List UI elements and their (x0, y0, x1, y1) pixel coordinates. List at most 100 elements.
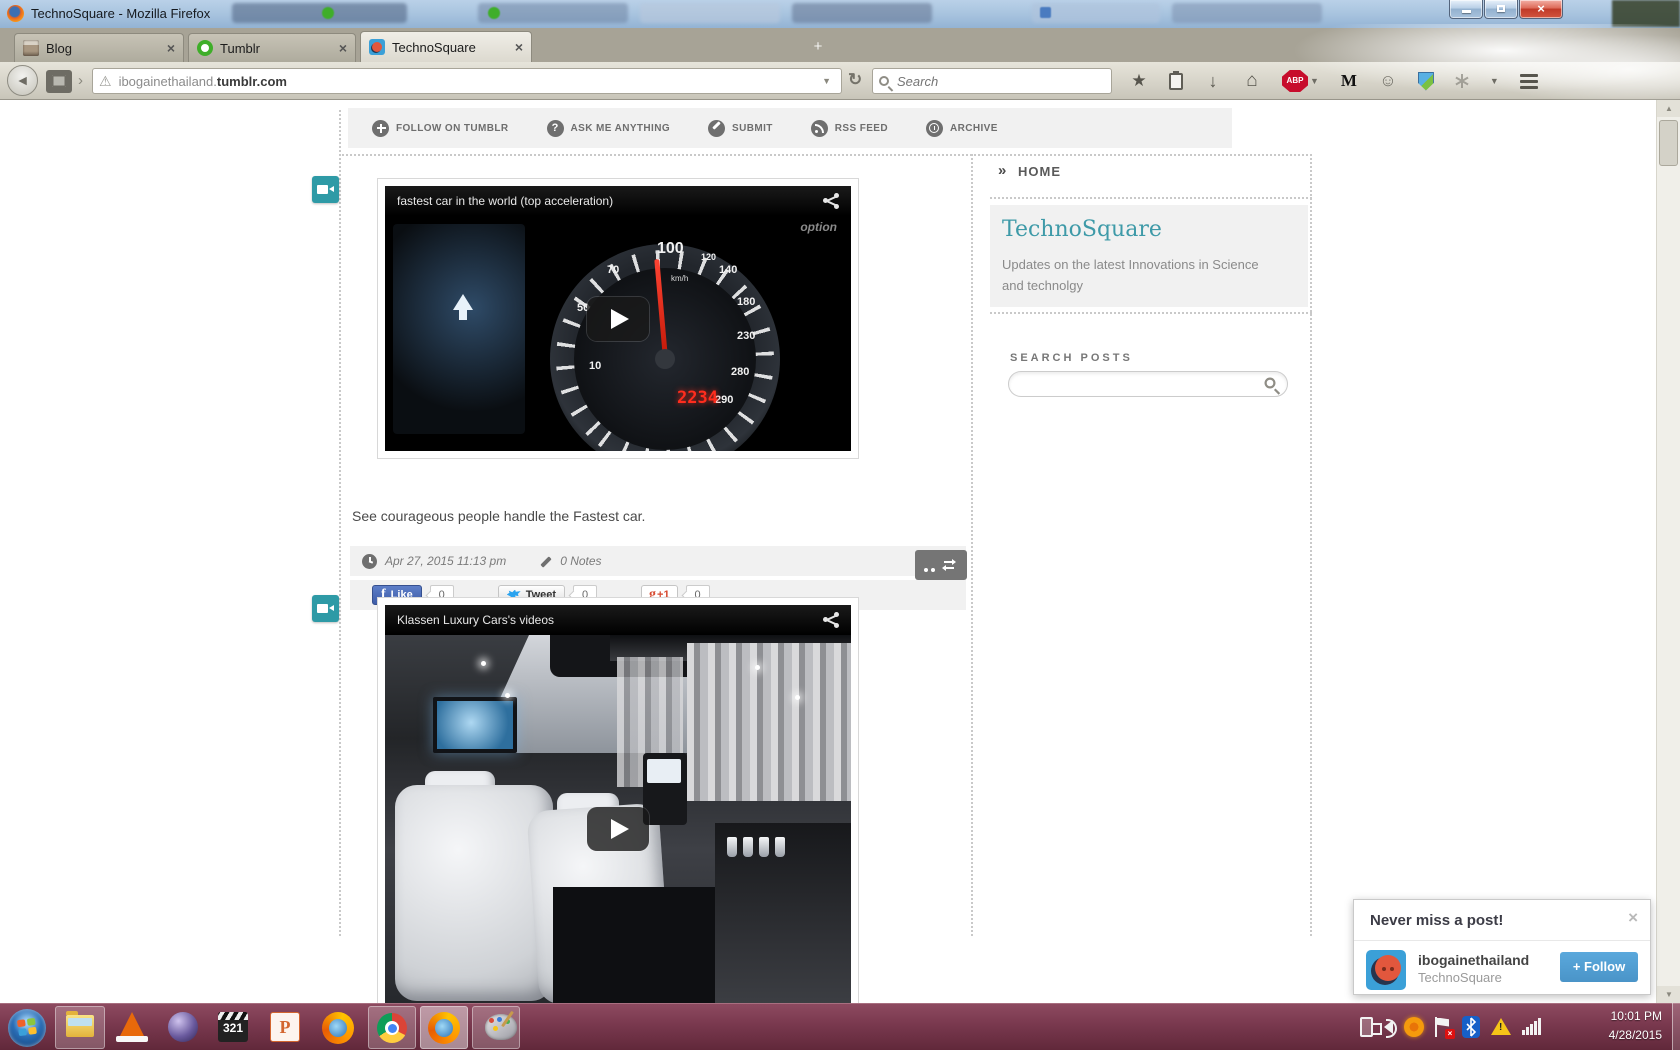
volume-icon[interactable] (1384, 1020, 1393, 1034)
abp-dropdown-icon[interactable]: ▼ (1310, 76, 1319, 86)
url-text: ibogainethailand.tumblr.com (119, 74, 819, 89)
sidebar-search-input[interactable] (1021, 375, 1251, 390)
background-tab-icon (322, 7, 334, 19)
downloads-icon[interactable]: ↓ (1204, 71, 1222, 92)
warning-tray-icon[interactable]: ! (1491, 1018, 1511, 1035)
paint-icon[interactable] (485, 1014, 517, 1040)
post-notes[interactable]: 0 Notes (560, 554, 601, 568)
sidebar-search-box[interactable] (1008, 371, 1288, 397)
search-icon[interactable] (1265, 378, 1276, 389)
url-bar[interactable]: ⚠ ibogainethailand.tumblr.com ▼ (92, 68, 842, 94)
tab-strip: Blog × Tumblr × TechnoSquare × + (0, 28, 1680, 62)
blog-title[interactable]: TechnoSquare (1002, 217, 1162, 242)
tab-close-icon[interactable]: × (167, 40, 175, 56)
scrollbar-thumb[interactable] (1659, 120, 1678, 166)
popup-close-icon[interactable]: × (1628, 908, 1638, 928)
share-icon[interactable] (823, 193, 839, 209)
share-icon[interactable] (823, 612, 839, 628)
bookmark-star-icon[interactable]: ★ (1130, 71, 1148, 91)
follow-popup: Never miss a post! × ibogainethailand Te… (1353, 899, 1651, 995)
network-signal-icon[interactable] (1522, 1018, 1541, 1035)
follow-button[interactable]: + Follow (1560, 952, 1638, 982)
bookmarks-menu-icon[interactable] (1169, 73, 1183, 90)
media-player-classic-icon[interactable]: 321 (218, 1012, 248, 1042)
site-identity-warning-icon[interactable]: ⚠ (99, 73, 112, 90)
gauge-number: 180 (737, 296, 755, 308)
tab-close-icon[interactable]: × (339, 40, 347, 56)
hamburger-menu-icon[interactable] (1520, 74, 1538, 89)
sparkle-extension-icon[interactable] (1455, 74, 1469, 88)
van-tablet (643, 753, 687, 825)
minimize-button[interactable] (1449, 0, 1483, 19)
battery-icon[interactable] (1360, 1017, 1373, 1037)
explorer-taskbar-button[interactable] (55, 1006, 105, 1049)
pencil-icon (708, 120, 725, 137)
firefox-logo-icon (7, 5, 24, 22)
firefox-icon[interactable] (428, 1012, 460, 1044)
toolbar-overflow-icon[interactable]: ▼ (1490, 76, 1499, 86)
scroll-up-button[interactable]: ▲ (1657, 100, 1680, 117)
background-tab-icon (488, 7, 500, 19)
browser-search-box[interactable] (872, 68, 1112, 94)
tab-tumblr[interactable]: Tumblr × (188, 33, 356, 62)
ask-me-anything-link[interactable]: ? ASK ME ANYTHING (547, 120, 671, 137)
home-icon[interactable]: ⌂ (1243, 70, 1261, 92)
start-button[interactable] (8, 1009, 46, 1047)
post-caption: See courageous people handle the Fastest… (352, 508, 645, 524)
tab-technosquare[interactable]: TechnoSquare × (360, 31, 532, 62)
archive-link[interactable]: ARCHIVE (926, 120, 998, 137)
eclipse-icon[interactable] (168, 1012, 198, 1042)
url-dropdown-icon[interactable]: ▼ (822, 76, 831, 86)
search-input[interactable] (897, 74, 1077, 89)
powerpoint-icon[interactable]: P (270, 1012, 300, 1042)
adblock-plus-button[interactable]: ABP ▼ (1282, 70, 1319, 92)
video-post-badge-icon (312, 595, 339, 622)
video-player-1[interactable]: fastest car in the world (top accelerati… (385, 186, 851, 451)
tab-title: TechnoSquare (392, 40, 507, 55)
window-title: TechnoSquare - Mozilla Firefox (31, 6, 210, 21)
video-player-2[interactable]: Klassen Luxury Cars's videos (385, 605, 851, 1003)
tab-blog[interactable]: Blog × (14, 33, 184, 62)
background-window-tab (1032, 3, 1160, 23)
background-tab-icon (1040, 7, 1051, 18)
tab-title: Tumblr (220, 41, 331, 56)
tab-groups-button[interactable] (46, 70, 72, 93)
reblog-icon[interactable] (940, 557, 958, 573)
popup-username[interactable]: ibogainethailand (1418, 952, 1529, 968)
tab-close-icon[interactable]: × (515, 39, 523, 55)
background-window-tab (640, 3, 780, 23)
back-button[interactable]: ◄ (7, 65, 38, 96)
extension-m-icon[interactable]: M (1340, 71, 1358, 91)
taskbar-clock[interactable]: 10:01 PM 4/28/2015 (1609, 1007, 1662, 1045)
vlc-icon[interactable] (118, 1012, 146, 1040)
van-tv-screen (433, 697, 517, 753)
scroll-down-button[interactable]: ▼ (1657, 986, 1680, 1003)
chevrons-icon: » (998, 162, 1006, 179)
reload-button[interactable]: ↻ (848, 70, 862, 90)
new-tab-button[interactable]: + (806, 36, 830, 58)
bluetooth-icon[interactable] (1462, 1016, 1480, 1038)
chrome-icon[interactable] (377, 1013, 407, 1043)
close-button[interactable]: × (1519, 0, 1563, 19)
action-center-icon[interactable]: × (1435, 1017, 1451, 1037)
clock-date: 4/28/2015 (1609, 1026, 1662, 1045)
play-button[interactable] (587, 297, 649, 341)
restore-button[interactable] (1484, 0, 1518, 19)
show-desktop-button[interactable] (1672, 1003, 1680, 1050)
follow-on-tumblr-link[interactable]: FOLLOW ON TUMBLR (372, 120, 509, 137)
post-date[interactable]: Apr 27, 2015 11:13 pm (385, 554, 506, 568)
search-icon (879, 76, 889, 86)
shield-extension-icon[interactable] (1418, 72, 1434, 91)
sidebar-item-home[interactable]: HOME (1018, 164, 1061, 179)
play-button[interactable] (587, 807, 649, 851)
smiley-extension-icon[interactable]: ☺ (1379, 71, 1397, 91)
submit-link[interactable]: SUBMIT (708, 120, 773, 137)
firefox-icon[interactable] (322, 1012, 354, 1044)
app-tray-icon[interactable] (1404, 1017, 1424, 1037)
post-actions-button[interactable] (915, 550, 967, 580)
video-title: Klassen Luxury Cars's videos (397, 613, 823, 627)
rss-feed-link[interactable]: RSS FEED (811, 120, 888, 137)
video-post-1: fastest car in the world (top accelerati… (377, 178, 859, 459)
page-scrollbar[interactable]: ▲ ▼ (1656, 100, 1680, 1003)
clock-icon (362, 554, 377, 569)
